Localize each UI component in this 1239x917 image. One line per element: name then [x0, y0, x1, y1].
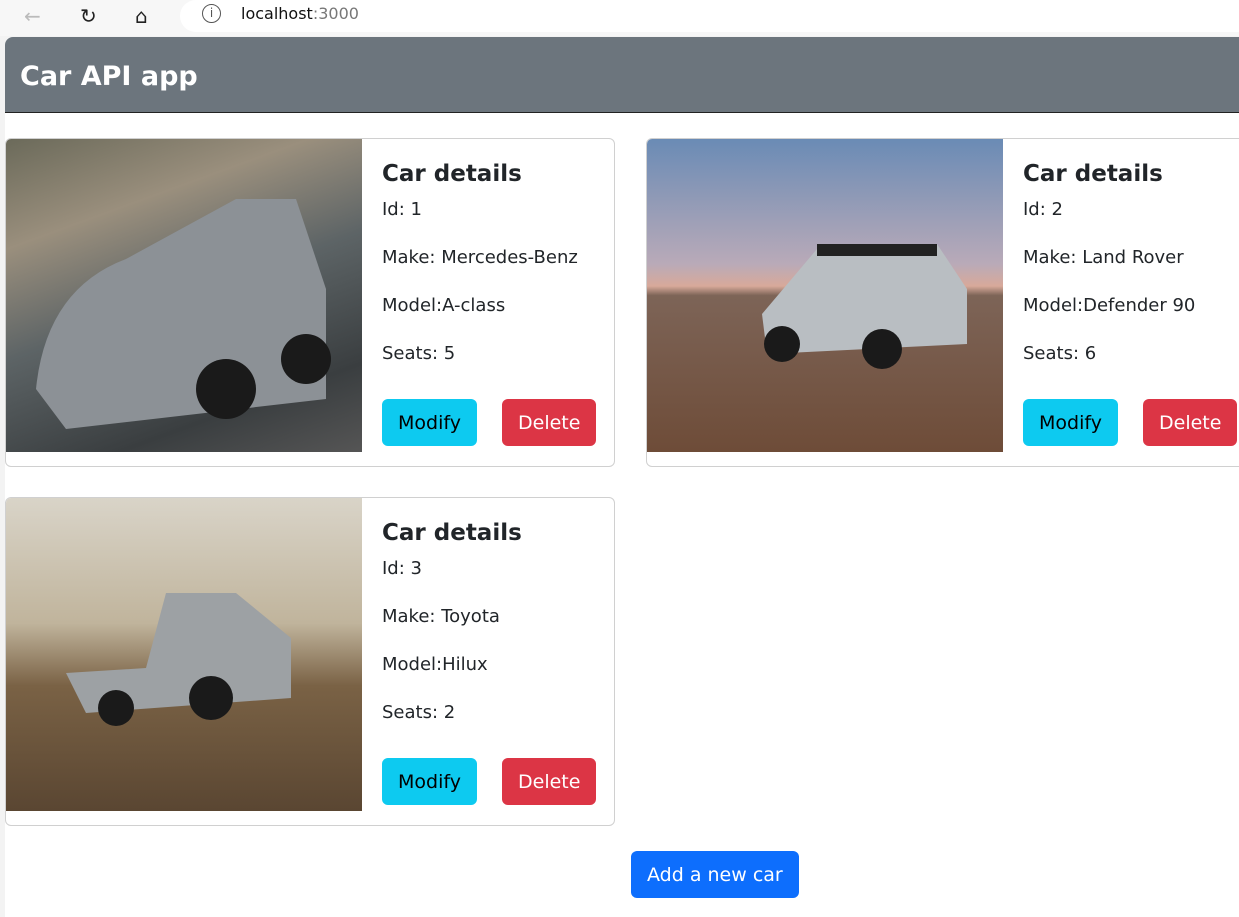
card-heading: Car details	[382, 161, 522, 187]
car-id: Id: 3	[382, 558, 422, 579]
modify-button[interactable]: Modify	[382, 758, 477, 805]
car-id: Id: 2	[1023, 199, 1063, 220]
card-heading: Car details	[382, 520, 522, 546]
home-icon[interactable]: ⌂	[135, 4, 148, 28]
app-page: Car API app Car details Id: 1 Make: Merc…	[5, 37, 1239, 917]
modify-button[interactable]: Modify	[1023, 399, 1118, 446]
reload-icon[interactable]: ↻	[80, 4, 97, 28]
car-make: Make: Toyota	[382, 606, 500, 627]
car-make: Make: Mercedes-Benz	[382, 247, 578, 268]
navbar: Car API app	[5, 37, 1239, 113]
car-model: Model:A-class	[382, 295, 506, 316]
delete-button[interactable]: Delete	[502, 758, 597, 805]
modify-button[interactable]: Modify	[382, 399, 477, 446]
browser-toolbar: ← ↻ ⌂ i localhost:3000	[0, 0, 1239, 36]
info-icon[interactable]: i	[202, 4, 221, 23]
car-card: Car details Id: 1 Make: Mercedes-Benz Mo…	[5, 138, 615, 467]
delete-button[interactable]: Delete	[1143, 399, 1238, 446]
car-seats: Seats: 2	[382, 702, 456, 723]
car-id: Id: 1	[382, 199, 422, 220]
car-card: Car details Id: 2 Make: Land Rover Model…	[646, 138, 1239, 467]
car-image	[6, 498, 362, 811]
add-car-button[interactable]: Add a new car	[631, 851, 799, 898]
back-icon[interactable]: ←	[24, 4, 41, 28]
delete-button[interactable]: Delete	[502, 399, 597, 446]
car-make: Make: Land Rover	[1023, 247, 1184, 268]
card-heading: Car details	[1023, 161, 1163, 187]
car-seats: Seats: 6	[1023, 343, 1097, 364]
car-image	[6, 139, 362, 452]
car-card: Car details Id: 3 Make: Toyota Model:Hil…	[5, 497, 615, 826]
app-title: Car API app	[20, 61, 198, 92]
car-model: Model:Hilux	[382, 654, 488, 675]
car-seats: Seats: 5	[382, 343, 456, 364]
car-image	[647, 139, 1003, 452]
url-text[interactable]: localhost:3000	[241, 4, 359, 23]
car-model: Model:Defender 90	[1023, 295, 1196, 316]
